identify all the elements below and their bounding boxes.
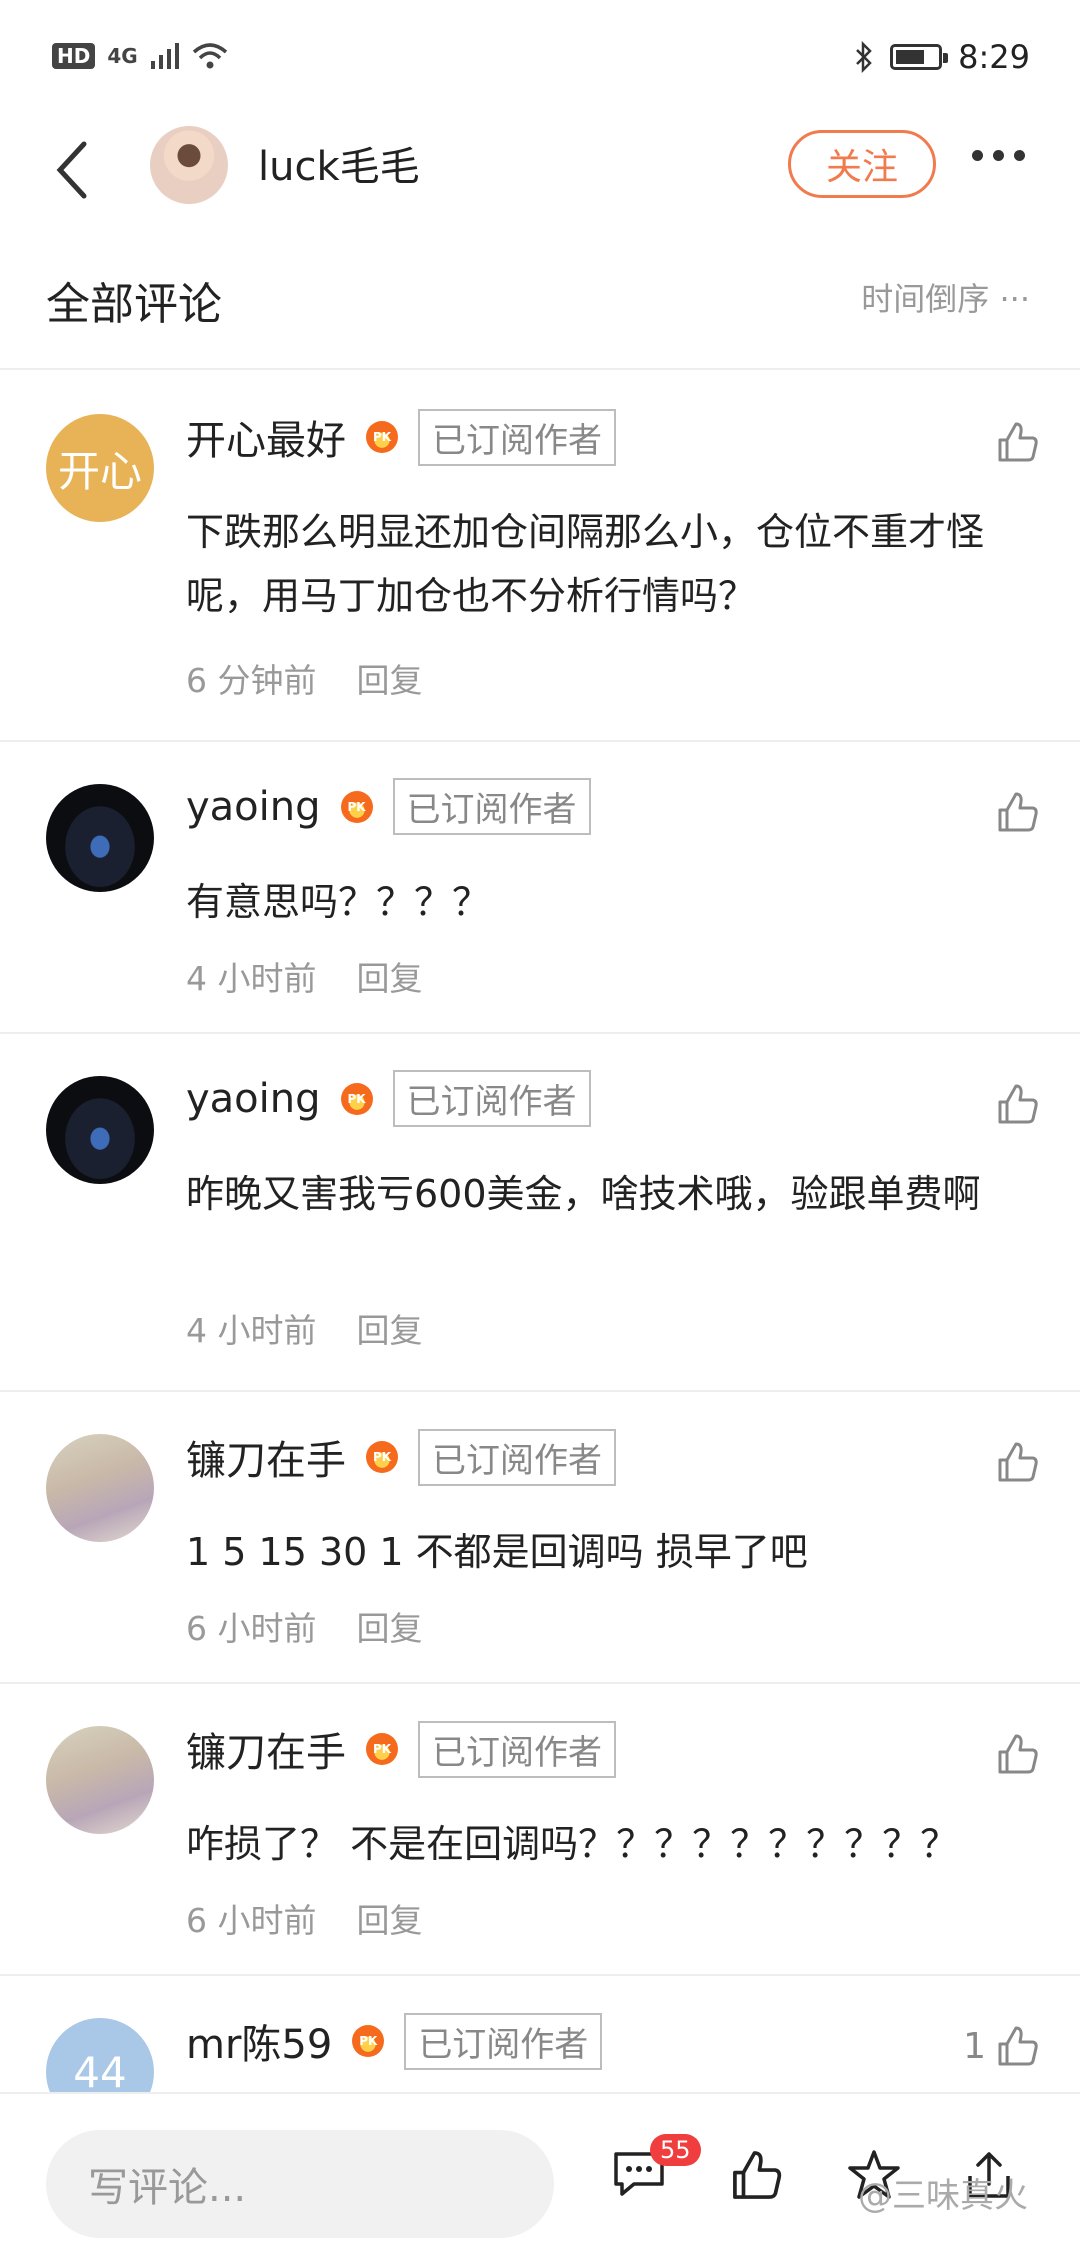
like-count: 1 <box>963 2025 986 2067</box>
comment-time: 6 小时前 <box>186 1901 317 1940</box>
subscriber-tag: 已订阅作者 <box>392 1070 591 1127</box>
pk-badge-icon: PK <box>340 790 373 823</box>
thumbs-up-icon <box>998 1734 1038 1774</box>
like-button[interactable] <box>986 420 1040 464</box>
comment-text: 1 5 15 30 1 不都是回调吗 损早了吧 <box>186 1530 808 1574</box>
hd-indicator: HD <box>52 43 96 69</box>
user-avatar[interactable] <box>46 1726 154 1834</box>
comment-time: 6 分钟前 <box>186 661 317 700</box>
reply-button[interactable]: 回复 <box>357 654 423 702</box>
author-name[interactable]: luck毛毛 <box>258 134 420 192</box>
thumbs-up-icon[interactable] <box>728 2148 786 2202</box>
comment-input-placeholder: 写评论... <box>88 2165 247 2211</box>
comment-username[interactable]: 镰刀在手 <box>186 1428 346 1486</box>
subscriber-tag: 已订阅作者 <box>404 2012 603 2070</box>
thumbs-up-icon <box>998 792 1038 832</box>
comment-username[interactable]: yaoing <box>186 1076 321 1122</box>
battery-icon <box>890 44 949 70</box>
comment-item: 镰刀在手 PK 已订阅作者 1 5 15 30 1 不都是回调吗 损早了吧 6 … <box>0 1392 1080 1684</box>
reply-button[interactable]: 回复 <box>357 952 423 1000</box>
user-avatar[interactable] <box>46 784 154 892</box>
pk-badge-icon: PK <box>340 1082 373 1115</box>
subscriber-tag: 已订阅作者 <box>392 778 591 835</box>
article-header: luck毛毛 关注 <box>0 110 1080 230</box>
comment-text: 咋损了？ 不是在回调吗？？？？？？？？？？ <box>186 1822 959 1866</box>
author-avatar[interactable] <box>150 126 228 204</box>
network-type: 4G <box>107 44 138 68</box>
subscriber-tag: 已订阅作者 <box>418 1720 616 1778</box>
comment-text: 下跌那么明显还加仓间隔那么小，仓位不重才怪呢，用马丁加仓也不分析行情吗？ <box>186 510 985 618</box>
more-options-icon[interactable] <box>972 150 1025 161</box>
comment-item: 镰刀在手 PK 已订阅作者 咋损了？ 不是在回调吗？？？？？？？？？？ 6 小时… <box>0 1684 1080 1976</box>
comment-username[interactable]: 开心最好 <box>186 408 346 466</box>
all-comments-title: 全部评论 <box>46 279 222 330</box>
pk-badge-icon: PK <box>366 1733 398 1765</box>
comment-count-badge: 55 <box>650 2134 701 2166</box>
sort-order-toggle[interactable]: 时间倒序 ··· <box>861 274 1030 320</box>
comment-text: 有意思吗？？？？ <box>186 880 491 924</box>
avatar-text: 开心 <box>57 446 142 496</box>
thumbs-up-icon <box>998 1442 1038 1482</box>
wifi-icon <box>192 43 227 69</box>
sort-more-icon: ··· <box>999 280 1030 318</box>
comment-time: 6 小时前 <box>186 1609 317 1648</box>
comment-list: 开心 开心最好 PK 已订阅作者 下跌那么明显还加仓间隔那么小，仓位不重才怪呢，… <box>0 372 1080 2176</box>
like-button[interactable] <box>986 1440 1040 1484</box>
reply-button[interactable]: 回复 <box>357 1304 423 1352</box>
comment-username[interactable]: mr陈59 <box>186 2012 332 2070</box>
comments-header: 全部评论 时间倒序 ··· <box>0 240 1080 370</box>
user-avatar[interactable] <box>46 1076 154 1184</box>
thumbs-up-icon <box>998 1084 1038 1124</box>
like-button[interactable]: 1 <box>963 2024 1040 2068</box>
reply-button[interactable]: 回复 <box>357 1894 423 1942</box>
bottom-action-bar: 写评论... 55 @三味真火 <box>0 2092 1080 2248</box>
user-avatar[interactable] <box>46 1434 154 1542</box>
comment-item: yaoing PK 已订阅作者 有意思吗？？？？ 4 小时前 回复 <box>0 742 1080 1034</box>
comment-username[interactable]: yaoing <box>186 784 321 830</box>
reply-button[interactable]: 回复 <box>357 1602 423 1650</box>
comment-time: 4 小时前 <box>186 959 317 998</box>
user-avatar[interactable]: 开心 <box>46 414 154 522</box>
subscriber-tag: 已订阅作者 <box>418 408 616 466</box>
like-button[interactable] <box>986 1082 1040 1126</box>
comment-time: 4 小时前 <box>186 1311 317 1350</box>
comment-item: 开心 开心最好 PK 已订阅作者 下跌那么明显还加仓间隔那么小，仓位不重才怪呢，… <box>0 372 1080 742</box>
back-icon[interactable] <box>48 130 118 210</box>
comment-input[interactable]: 写评论... <box>46 2130 554 2238</box>
comment-username[interactable]: 镰刀在手 <box>186 1720 346 1778</box>
avatar-text: 44 <box>73 2047 127 2097</box>
pk-badge-icon: PK <box>352 2025 385 2057</box>
sort-order-label: 时间倒序 <box>861 280 990 318</box>
watermark: @三味真火 <box>858 2176 1028 2216</box>
thumbs-up-icon <box>998 2026 1038 2066</box>
comment-text: 昨晚又害我亏600美金，啥技术哦，验跟单费啊 <box>186 1172 981 1216</box>
thumbs-up-icon <box>998 422 1038 462</box>
pk-badge-icon: PK <box>366 1441 398 1473</box>
pk-badge-icon: PK <box>366 421 398 453</box>
bluetooth-icon <box>856 41 872 73</box>
clock: 8:29 <box>958 38 1030 76</box>
like-button[interactable] <box>986 1732 1040 1776</box>
subscriber-tag: 已订阅作者 <box>418 1428 616 1486</box>
follow-button[interactable]: 关注 <box>788 130 936 198</box>
status-bar: HD 4G 8:29 <box>0 0 1080 110</box>
signal-icon <box>150 43 179 69</box>
comment-item: yaoing PK 已订阅作者 昨晚又害我亏600美金，啥技术哦，验跟单费啊 4… <box>0 1034 1080 1392</box>
like-button[interactable] <box>986 790 1040 834</box>
